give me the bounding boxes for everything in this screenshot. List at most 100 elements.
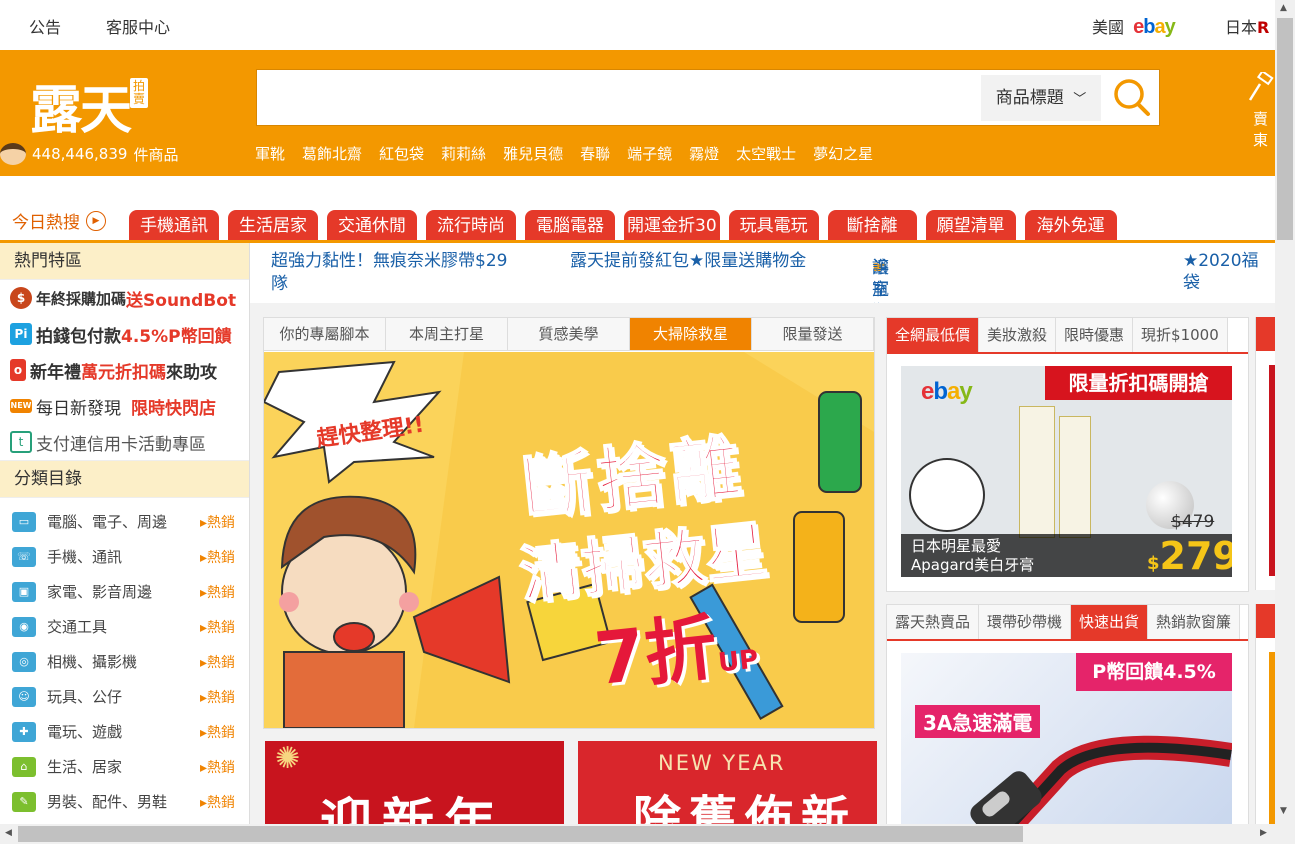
category-tab[interactable]: 電腦電器 — [525, 210, 615, 241]
hot-link[interactable]: ▸熱銷 — [200, 547, 235, 567]
hot-keyword[interactable]: 霧燈 — [689, 143, 719, 164]
hot-keyword[interactable]: 莉莉絲 — [441, 143, 486, 164]
vertical-scroll-thumb[interactable] — [1277, 18, 1293, 240]
computer-icon: ▭ — [12, 511, 36, 532]
hot-keyword[interactable]: 紅包袋 — [379, 143, 424, 164]
promo-item[interactable]: NEW 每日新發現 限時快閃店 — [0, 388, 249, 424]
scroll-down-icon[interactable]: ▼ — [1280, 806, 1287, 816]
hot-items-tab[interactable]: 熱銷款窗簾 — [1148, 605, 1241, 639]
scroll-right-icon[interactable]: ▶ — [1260, 828, 1267, 838]
marquee-link[interactable]: ★2020福袋 — [1183, 250, 1275, 294]
deals-tab[interactable]: 美妝激殺 — [979, 318, 1057, 352]
category-item[interactable]: ☏ 手機、通訊 ▸熱銷 — [0, 539, 249, 574]
main-tabs: 你的專屬腳本 本周主打星 質感美學 大掃除救星 限量發送 — [264, 318, 874, 351]
marquee-link[interactable]: 露天提前發紅包★限量送購物金 — [570, 250, 806, 272]
category-item[interactable]: ✚ 電玩、遊戲 ▸熱銷 — [0, 714, 249, 749]
promo-banner-right[interactable]: NEW YEAR 除舊佈新 — [578, 741, 877, 824]
hot-keyword[interactable]: 夢幻之星 — [813, 143, 873, 164]
product-count: 448,446,839 件商品 — [0, 143, 178, 165]
site-logo[interactable]: 露天 — [30, 68, 132, 143]
sell-link[interactable]: 賣東 — [1246, 69, 1275, 150]
horizontal-scroll-thumb[interactable] — [18, 826, 1023, 842]
search-type-select[interactable]: 商品標題 ﹀ — [981, 75, 1101, 121]
main-tab-active[interactable]: 大掃除救星 — [630, 318, 752, 351]
usa-ebay-link[interactable]: 美國 ebay — [1092, 14, 1176, 39]
marquee-link[interactable]: 超強力黏性！無痕奈米膠帶$29 — [271, 250, 507, 272]
main-tab[interactable]: 限量發送 — [752, 318, 874, 351]
hot-link[interactable]: ▸熱銷 — [200, 617, 235, 637]
category-tab[interactable]: 流行時尚 — [426, 210, 516, 241]
hot-keyword[interactable]: 雅兒貝德 — [503, 143, 563, 164]
category-label: 玩具、公仔 — [47, 688, 123, 706]
hot-keyword[interactable]: 葛飾北齋 — [302, 143, 362, 164]
category-item[interactable]: ◎ 相機、攝影機 ▸熱銷 — [0, 644, 249, 679]
promo-item[interactable]: t 支付連信用卡活動專區 — [0, 424, 249, 461]
partial-panel — [1255, 317, 1276, 590]
hot-link[interactable]: ▸熱銷 — [200, 512, 235, 532]
deals-tab[interactable]: 現折$1000 — [1133, 318, 1228, 352]
category-item[interactable]: ✎ 男裝、配件、男鞋 ▸熱銷 — [0, 784, 249, 819]
category-tab[interactable]: 願望清單 — [925, 210, 1016, 241]
hot-keyword[interactable]: 太空戰士 — [736, 143, 796, 164]
hot-item-ad[interactable]: P幣回饋4.5% 3A急速滿電 — [901, 653, 1232, 825]
promo-item[interactable]: $ 年終採購加碼 送SoundBot — [0, 280, 249, 316]
main-tab[interactable]: 質感美學 — [508, 318, 630, 351]
car-icon: ◉ — [12, 616, 36, 637]
hot-link[interactable]: ▸熱銷 — [200, 792, 235, 812]
category-label: 生活、居家 — [47, 758, 123, 776]
announcement-link[interactable]: 公告 — [29, 14, 61, 38]
marquee-link[interactable]: 隊 — [271, 273, 288, 295]
usb-cable-image — [970, 735, 1232, 825]
hot-items-tab-active[interactable]: 快速出貨 — [1071, 605, 1149, 639]
main-tab[interactable]: 本周主打星 — [386, 318, 508, 351]
camera-icon: ◎ — [12, 651, 36, 672]
category-item[interactable]: ☺ 玩具、公仔 ▸熱銷 — [0, 679, 249, 714]
hot-link[interactable]: ▸熱銷 — [200, 582, 235, 602]
scroll-left-icon[interactable]: ◀ — [5, 828, 12, 838]
category-item[interactable]: ▣ 家電、影音周邊 ▸熱銷 — [0, 574, 249, 609]
category-item[interactable]: ⌂ 生活、居家 ▸熱銷 — [0, 749, 249, 784]
hot-zone-title: 熱門特區 — [0, 243, 249, 280]
search-input[interactable] — [265, 78, 969, 118]
hot-link[interactable]: ▸熱銷 — [200, 722, 235, 742]
firework-icon: ✺ — [275, 741, 301, 776]
category-tab[interactable]: 生活居家 — [228, 210, 318, 241]
hot-keyword[interactable]: 端子鏡 — [627, 143, 672, 164]
customer-service-link[interactable]: 客服中心 — [106, 14, 170, 38]
deals-tab[interactable]: 限時優惠 — [1056, 318, 1134, 352]
hot-link[interactable]: ▸熱銷 — [200, 687, 235, 707]
category-tab[interactable]: 斷捨離 — [827, 210, 917, 241]
promo-banner-left[interactable]: 迎新年 ✺ — [265, 741, 564, 824]
chevron-down-icon: ﹀ — [1073, 92, 1087, 107]
category-tab[interactable]: 手機通訊 — [129, 210, 219, 241]
japan-link[interactable]: 日本R — [1225, 14, 1269, 38]
promo-item[interactable]: Pi 拍錢包付款 4.5%P幣回饋 — [0, 316, 249, 352]
hot-keyword[interactable]: 軍靴 — [255, 143, 285, 164]
promo-item[interactable]: o 新年禮 萬元折扣碼 來助攻 — [0, 352, 249, 388]
deals-tab-active[interactable]: 全網最低價 — [887, 318, 980, 352]
category-label: 男裝、配件、男鞋 — [47, 793, 168, 811]
category-tab[interactable]: 交通休閒 — [327, 210, 417, 241]
hot-link[interactable]: ▸熱銷 — [200, 652, 235, 672]
category-item[interactable]: ▭ 電腦、電子、周邊 ▸熱銷 — [0, 504, 249, 539]
deals-panel: 全網最低價 美妝激殺 限時優惠 現折$1000 ebay 限量折扣碼開搶 $47… — [886, 317, 1249, 592]
japan-label: 日本 — [1225, 18, 1258, 37]
main-tab[interactable]: 你的專屬腳本 — [264, 318, 386, 351]
search-box: 商品標題 ﹀ — [256, 69, 1160, 126]
category-item[interactable]: ◉ 交通工具 ▸熱銷 — [0, 609, 249, 644]
category-tab[interactable]: 海外免運 — [1024, 210, 1117, 241]
promo-text: 新年禮 — [30, 362, 81, 383]
category-label: 家電、影音周邊 — [47, 583, 153, 601]
today-hot[interactable]: 今日熱搜 ▶ — [12, 208, 106, 233]
tie-icon: ✎ — [12, 791, 36, 812]
hot-items-tab[interactable]: 露天熱賣品 — [887, 605, 980, 639]
category-tab[interactable]: 開運金折30 — [624, 210, 720, 241]
scroll-up-icon[interactable]: ▲ — [1280, 3, 1287, 13]
category-tab[interactable]: 玩具電玩 — [728, 210, 819, 241]
main-banner[interactable]: 趕快整理!! 斷捨離 清掃救星 7折UP — [264, 352, 874, 728]
hot-keyword[interactable]: 春聯 — [580, 143, 610, 164]
search-button[interactable] — [1109, 76, 1155, 120]
hot-link[interactable]: ▸熱銷 — [200, 757, 235, 777]
hot-items-tab[interactable]: 環帶砂帶機 — [979, 605, 1072, 639]
deal-ad[interactable]: ebay 限量折扣碼開搶 $479 日本明星最愛 Apagard美白牙膏 $27… — [901, 366, 1232, 577]
